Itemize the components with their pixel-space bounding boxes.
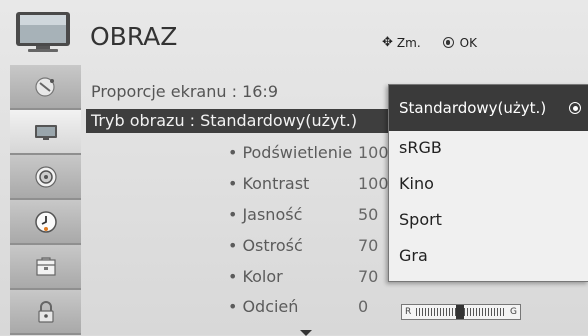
bullet-icon: •	[228, 205, 238, 224]
category-sidebar	[10, 65, 81, 335]
sidebar-item-audio[interactable]	[10, 155, 81, 200]
tv-icon	[16, 12, 70, 52]
dropdown-option-label: sRGB	[399, 138, 442, 157]
setting-value: 50	[358, 205, 379, 224]
bullet-icon: •	[228, 143, 238, 162]
tv-screen-icon	[34, 124, 57, 140]
setting-label[interactable]: • Podświetlenie	[228, 143, 352, 162]
dropdown-option-label: Gra	[399, 246, 428, 265]
setting-label-text: Podświetlenie	[242, 143, 353, 162]
sidebar-item-lock[interactable]	[10, 290, 81, 335]
setting-value: 70	[358, 236, 379, 255]
setting-value: 0	[358, 297, 369, 316]
dropdown-option-label: Kino	[399, 174, 434, 193]
sidebar-item-picture[interactable]	[10, 110, 81, 155]
four-way-arrow-icon: ✥	[382, 35, 393, 50]
bullet-icon: •	[228, 267, 238, 286]
aspect-ratio-item[interactable]: Proporcje ekranu : 16:9	[91, 82, 278, 101]
picture-mode-dropdown: Standardowy(użyt.) sRGB Kino Sport Gra	[388, 84, 588, 282]
setting-label-text: Kolor	[242, 267, 283, 286]
bullet-icon: •	[228, 236, 238, 255]
bullet-icon: •	[228, 174, 238, 193]
setting-value: 100	[358, 143, 389, 162]
dropdown-option-sport[interactable]: Sport	[389, 205, 588, 235]
navigation-hint: ✥ Zm. OK	[382, 35, 477, 50]
setting-label[interactable]: • Odcień	[228, 297, 298, 316]
tint-right-label: G	[510, 307, 517, 317]
tint-slider-thumb[interactable]	[456, 305, 464, 319]
sidebar-item-options[interactable]	[10, 245, 81, 290]
speaker-icon	[34, 165, 57, 188]
scroll-down-icon[interactable]	[300, 330, 312, 336]
tint-slider[interactable]: R G	[401, 304, 521, 320]
options-box-icon	[35, 256, 56, 276]
dropdown-option-label: Standardowy(użyt.)	[399, 99, 547, 117]
dropdown-option-label: Sport	[399, 210, 442, 229]
bullet-icon: •	[228, 297, 238, 316]
setting-label-text: Odcień	[242, 297, 299, 316]
setting-label-text: Jasność	[242, 205, 303, 224]
setting-label[interactable]: • Kontrast	[228, 174, 309, 193]
page-title: OBRAZ	[90, 22, 178, 51]
picture-mode-item[interactable]: Tryb obrazu : Standardowy(użyt.)	[86, 109, 388, 133]
ok-button-icon	[442, 37, 454, 48]
tint-left-label: R	[405, 307, 412, 317]
setting-label[interactable]: • Jasność	[228, 205, 302, 224]
ok-hint-label: OK	[459, 35, 477, 50]
sidebar-item-time[interactable]	[10, 200, 81, 245]
setting-label[interactable]: • Ostrość	[228, 236, 303, 255]
dropdown-option-game[interactable]: Gra	[389, 241, 588, 271]
sidebar-item-channel[interactable]	[10, 65, 81, 110]
move-hint-label: Zm.	[396, 35, 421, 50]
setting-value: 70	[358, 267, 379, 286]
dropdown-option-cinema[interactable]: Kino	[389, 169, 588, 199]
picture-menu-screen: OBRAZ ✥ Zm. OK Proporcje ekranu: 16:9 T…	[0, 0, 588, 336]
selected-radio-icon	[569, 102, 581, 114]
setting-label-text: Kontrast	[242, 174, 310, 193]
menu-header: OBRAZ ✥ Zm. OK	[0, 0, 588, 64]
dropdown-option-srgb[interactable]: sRGB	[389, 133, 588, 163]
picture-dish-icon	[34, 76, 55, 97]
clock-icon	[34, 210, 57, 233]
dropdown-option-standard[interactable]: Standardowy(użyt.)	[389, 85, 588, 131]
setting-label-text: Ostrość	[242, 236, 303, 255]
lock-icon	[37, 300, 54, 323]
setting-value: 100	[358, 174, 389, 193]
setting-label[interactable]: • Kolor	[228, 267, 283, 286]
